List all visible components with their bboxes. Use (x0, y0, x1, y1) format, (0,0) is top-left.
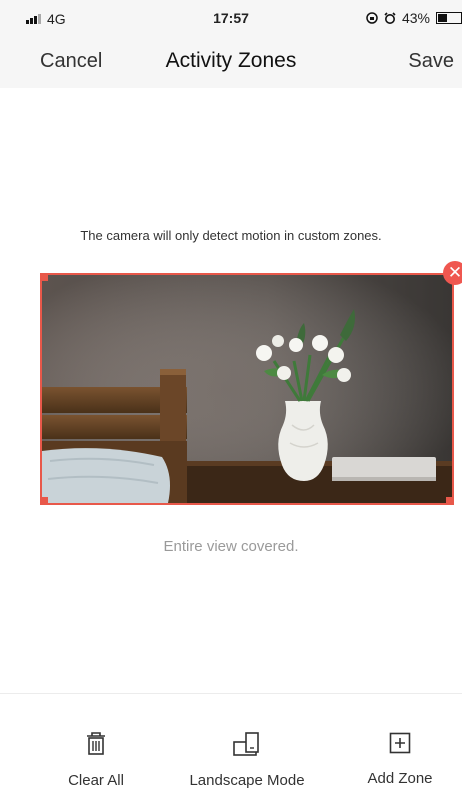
zone-corner-handle[interactable] (446, 497, 452, 503)
rotation-lock-icon (366, 12, 378, 24)
battery-percent: 43% (401, 10, 430, 26)
landscape-mode-button[interactable]: Landscape Mode (166, 732, 328, 789)
alarm-icon (384, 12, 396, 24)
battery-icon (436, 12, 462, 24)
remove-zone-button[interactable]: ✕ (443, 261, 462, 285)
close-icon: ✕ (447, 263, 462, 282)
page-title: Activity Zones (165, 49, 297, 72)
add-zone-label: Add Zone (367, 770, 433, 787)
activity-zone[interactable] (40, 273, 454, 505)
zone-corner-handle[interactable] (42, 275, 48, 281)
navigation-bar: Cancel Activity Zones Save (0, 38, 462, 88)
clear-all-label: Clear All (68, 772, 124, 789)
save-button[interactable]: Save (408, 50, 454, 73)
trash-icon (87, 732, 105, 755)
rotate-screen-icon (233, 732, 259, 756)
coverage-status: Entire view covered. (163, 538, 299, 555)
status-icons: 43% (366, 10, 462, 26)
zone-hint-text: The camera will only detect motion in cu… (80, 228, 382, 243)
status-bar: 4G 17:57 43% (0, 0, 462, 38)
toolbar-divider (0, 693, 462, 694)
add-zone-button[interactable]: Add Zone (352, 732, 448, 787)
add-square-icon (389, 732, 411, 754)
zone-corner-handle[interactable] (42, 497, 48, 503)
clear-all-button[interactable]: Clear All (50, 732, 142, 789)
camera-preview-image (42, 275, 452, 503)
landscape-mode-label: Landscape Mode (189, 772, 305, 789)
